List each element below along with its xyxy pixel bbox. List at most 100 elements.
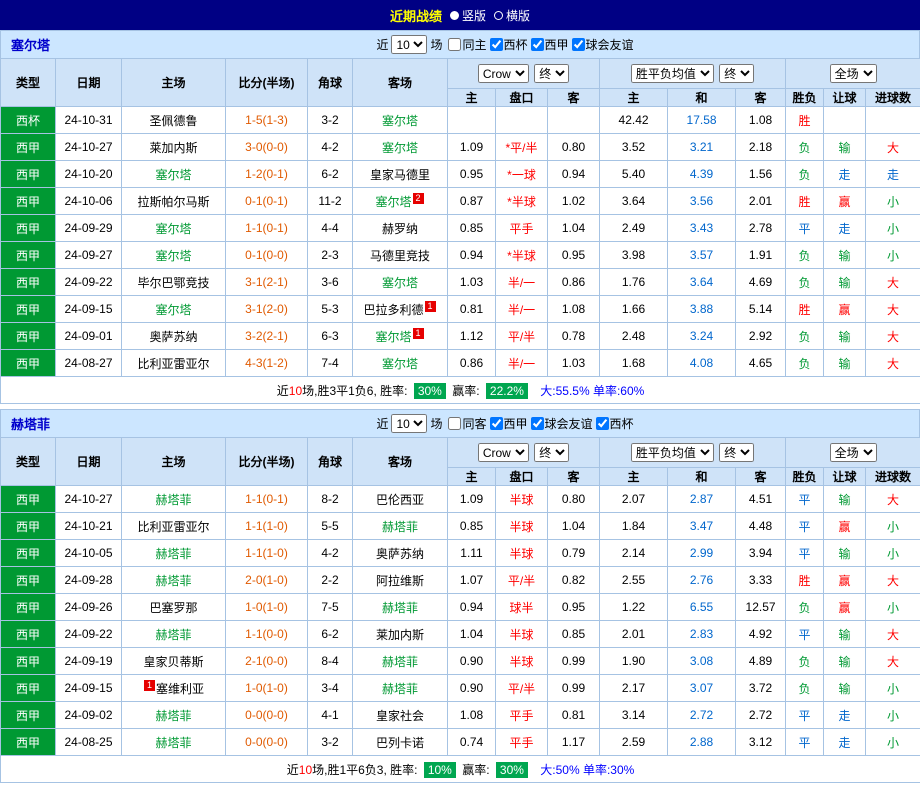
avg-home: 2.48 [600,323,668,350]
recent-count-select[interactable]: 10 [391,35,427,54]
summary-count: 10 [289,384,302,398]
team-name: 皇家贝蒂斯 [143,655,203,669]
match-date: 24-10-21 [56,513,122,540]
away-team-cell: 莱加内斯 [353,621,448,648]
table-row: 西甲 24-10-20 塞尔塔 1-2(0-1) 6-2 皇家马德里 0.95 … [1,161,920,188]
corner-score: 5-3 [308,296,353,323]
corner-score: 3-6 [308,269,353,296]
odds-away: 1.02 [548,188,600,215]
home-team-cell: 塞尔塔 [122,242,226,269]
scope-select[interactable]: 全场 [830,64,877,83]
match-type-badge: 西甲 [1,648,56,675]
col-score: 比分(半场) [226,438,308,486]
filter-checkbox[interactable]: 同客 [448,415,486,432]
match-date: 24-10-20 [56,161,122,188]
team-name: 奥萨苏纳 [376,547,424,561]
summary-row: 近10场,胜1平6负3, 胜率: 10% 赢率: 30% 大:50% 单率:30… [1,756,920,783]
table-row: 西甲 24-10-27 赫塔菲 1-1(0-1) 8-2 巴伦西亚 1.09 半… [1,486,920,513]
home-team-cell: 比利亚雷亚尔 [122,350,226,377]
team-name: 赫塔菲 [155,493,191,507]
match-type-badge: 西甲 [1,594,56,621]
filter-checkbox[interactable]: 球会友谊 [531,415,593,432]
checkbox-input[interactable] [531,38,544,51]
checkbox-input[interactable] [490,38,503,51]
away-team-cell: 塞尔塔1 [353,323,448,350]
team-name: 赫塔菲 [382,682,418,696]
corner-score: 2-2 [308,567,353,594]
filter-checkbox[interactable]: 西甲 [531,36,569,53]
checkbox-input[interactable] [448,417,461,430]
corner-score: 5-5 [308,513,353,540]
near-label: 近 [376,36,388,53]
checkbox-input[interactable] [572,38,585,51]
checkbox-input[interactable] [596,417,609,430]
col-odds-home: 主 [448,89,496,107]
avg-source-select[interactable]: 胜平负均值 [631,64,714,83]
corner-score: 4-1 [308,702,353,729]
recent-count-select[interactable]: 10 [391,414,427,433]
filter-checkbox[interactable]: 西杯 [596,415,634,432]
result-wdl: 平 [786,486,824,513]
odds-home: 0.94 [448,594,496,621]
filter-checkbox[interactable]: 西甲 [490,415,528,432]
scope-group-header: 全场 [786,438,920,468]
odds-home: 0.94 [448,242,496,269]
result-goals: 小 [866,729,920,756]
corner-score: 4-2 [308,134,353,161]
odds-away: 1.03 [548,350,600,377]
odds-away: 1.08 [548,296,600,323]
result-goals: 小 [866,594,920,621]
match-type-badge: 西甲 [1,729,56,756]
team-name: 赫塔菲 [382,520,418,534]
handicap-line: 平手 [496,729,548,756]
away-team-cell: 塞尔塔 [353,350,448,377]
avg-away: 5.14 [736,296,786,323]
checkbox-input[interactable] [448,38,461,51]
table-row: 西甲 24-09-28 赫塔菲 2-0(1-0) 2-2 阿拉维斯 1.07 平… [1,567,920,594]
team-section: 赫塔菲 近 10 场 同客西甲球会友谊西杯 类型 日期 主场 比分(半场) 角球… [0,409,920,783]
avg-draw: 2.87 [668,486,736,513]
odds-final-select[interactable]: 终 [534,64,569,83]
away-team-cell: 巴列卡诺 [353,729,448,756]
odds-source-select[interactable]: Crow [478,443,529,462]
avg-draw: 3.07 [668,675,736,702]
filter-checkbox[interactable]: 同主 [448,36,486,53]
team-name: 巴塞罗那 [149,601,197,615]
odds-group-header: Crow 终 [448,438,600,468]
match-type-badge: 西甲 [1,486,56,513]
section-header: 塞尔塔 近 10 场 同主西杯西甲球会友谊 [0,30,920,58]
match-date: 24-09-29 [56,215,122,242]
odds-final-select[interactable]: 终 [534,443,569,462]
avg-final-select[interactable]: 终 [719,64,754,83]
corner-score: 3-2 [308,729,353,756]
odds-away: 0.85 [548,621,600,648]
layout-radio-horizontal[interactable]: 横版 [494,7,530,24]
col-odds-away: 客 [548,468,600,486]
layout-radio-vertical[interactable]: 竖版 [450,7,486,24]
odds-away: 0.78 [548,323,600,350]
filter-checkbox[interactable]: 西杯 [490,36,528,53]
odds-away: 0.80 [548,486,600,513]
avg-final-select[interactable]: 终 [719,443,754,462]
scope-select[interactable]: 全场 [830,443,877,462]
score: 3-1(2-0) [226,296,308,323]
odds-home: 0.90 [448,648,496,675]
team-name: 赫塔菲 [382,655,418,669]
match-date: 24-09-26 [56,594,122,621]
handicap-line: *一球 [496,161,548,188]
checkbox-label: 同主 [462,36,486,53]
handicap-line [496,107,548,134]
odds-source-select[interactable]: Crow [478,64,529,83]
checkbox-input[interactable] [531,417,544,430]
avg-draw: 3.43 [668,215,736,242]
corner-score: 8-2 [308,486,353,513]
checkbox-label: 西杯 [504,36,528,53]
avg-home: 5.40 [600,161,668,188]
avg-draw: 4.39 [668,161,736,188]
filter-checkbox[interactable]: 球会友谊 [572,36,634,53]
avg-draw: 2.76 [668,567,736,594]
avg-source-select[interactable]: 胜平负均值 [631,443,714,462]
col-result: 胜负 [786,89,824,107]
checkbox-input[interactable] [490,417,503,430]
handicap-line: 平/半 [496,323,548,350]
